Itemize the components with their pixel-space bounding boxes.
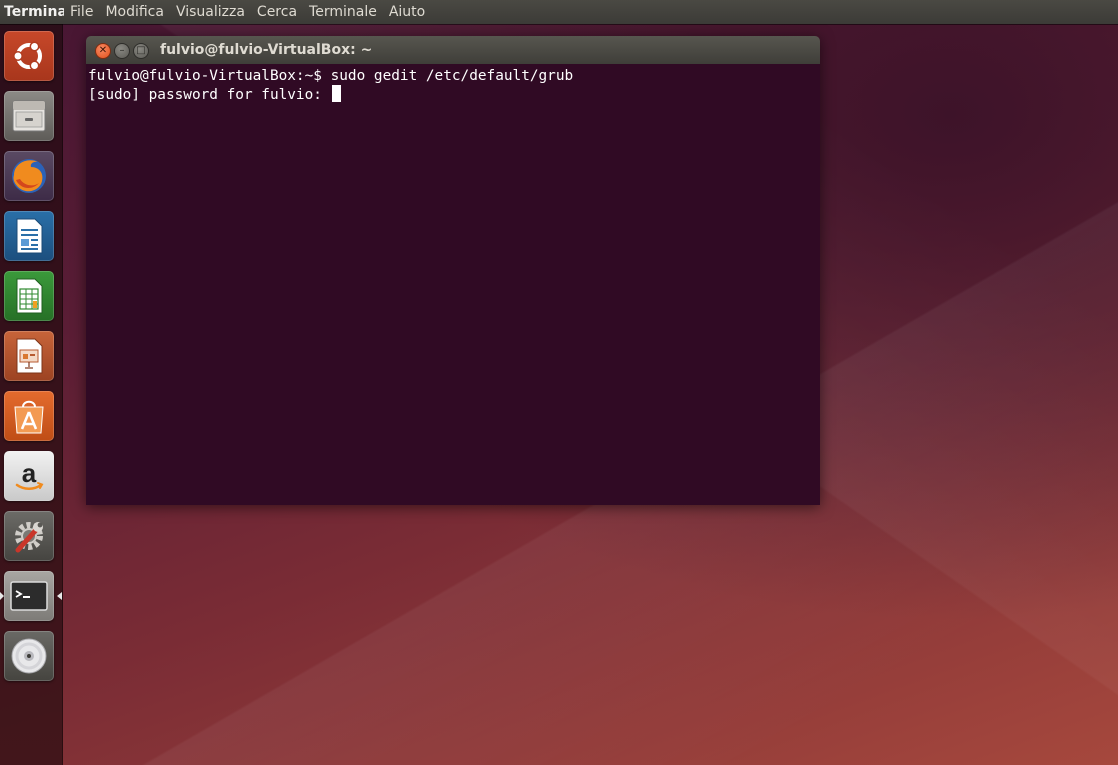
terminal-running-indicator — [0, 592, 4, 600]
window-titlebar[interactable]: ✕ – □ fulvio@fulvio-VirtualBox: ~ — [86, 36, 820, 64]
launcher-firefox[interactable] — [4, 151, 54, 201]
launcher-impress[interactable] — [4, 331, 54, 381]
launcher: a — [0, 24, 63, 765]
firefox-icon — [12, 159, 46, 193]
launcher-terminal[interactable] — [4, 571, 54, 621]
launcher-system-settings[interactable] — [4, 511, 54, 561]
calc-spreadsheet-icon — [16, 278, 43, 314]
text-cursor — [331, 85, 341, 102]
top-panel: Terminale File Modifica Visualizza Cerca… — [0, 0, 1118, 24]
terminal-line-1: fulvio@fulvio-VirtualBox:~$ sudo gedit /… — [88, 68, 574, 84]
maximize-icon: □ — [136, 45, 146, 56]
launcher-files[interactable] — [4, 91, 54, 141]
launcher-ubuntu-dash[interactable] — [4, 31, 54, 81]
terminal-line-2: [sudo] password for fulvio: — [88, 85, 818, 104]
menu-cerca[interactable]: Cerca — [251, 4, 303, 20]
menu-aiuto[interactable]: Aiuto — [383, 4, 431, 20]
window-maximize-button[interactable]: □ — [133, 43, 149, 59]
writer-document-icon — [16, 218, 43, 254]
active-app-title: Terminale — [4, 4, 64, 20]
terminal-focus-indicator — [57, 592, 62, 600]
impress-presentation-icon — [16, 338, 43, 374]
terminal-window[interactable]: ✕ – □ fulvio@fulvio-VirtualBox: ~ fulvio… — [86, 36, 820, 505]
password-prompt: [sudo] password for fulvio: — [88, 87, 331, 103]
terminal-output[interactable]: fulvio@fulvio-VirtualBox:~$ sudo gedit /… — [86, 64, 820, 505]
menu-file[interactable]: File — [64, 4, 99, 20]
minimize-icon: – — [119, 45, 125, 56]
launcher-calc[interactable] — [4, 271, 54, 321]
launcher-amazon[interactable]: a — [4, 451, 54, 501]
close-icon: ✕ — [98, 45, 108, 56]
window-title: fulvio@fulvio-VirtualBox: ~ — [160, 42, 373, 58]
menu-modifica[interactable]: Modifica — [99, 4, 170, 20]
launcher-writer[interactable] — [4, 211, 54, 261]
amazon-icon: a — [15, 458, 44, 490]
svg-text:a: a — [22, 458, 37, 488]
launcher-software-center[interactable] — [4, 391, 54, 441]
file-cabinet-icon — [12, 100, 46, 132]
terminal-icon — [10, 581, 48, 611]
shopping-bag-icon — [14, 400, 44, 434]
launcher-dvd[interactable] — [4, 631, 54, 681]
menu-visualizza[interactable]: Visualizza — [170, 4, 251, 20]
menu-terminale[interactable]: Terminale — [303, 4, 383, 20]
disc-icon — [11, 638, 47, 674]
window-close-button[interactable]: ✕ — [95, 43, 111, 59]
window-minimize-button[interactable]: – — [114, 43, 130, 59]
wrench-gear-icon — [15, 522, 43, 553]
ubuntu-logo-icon — [13, 41, 42, 71]
